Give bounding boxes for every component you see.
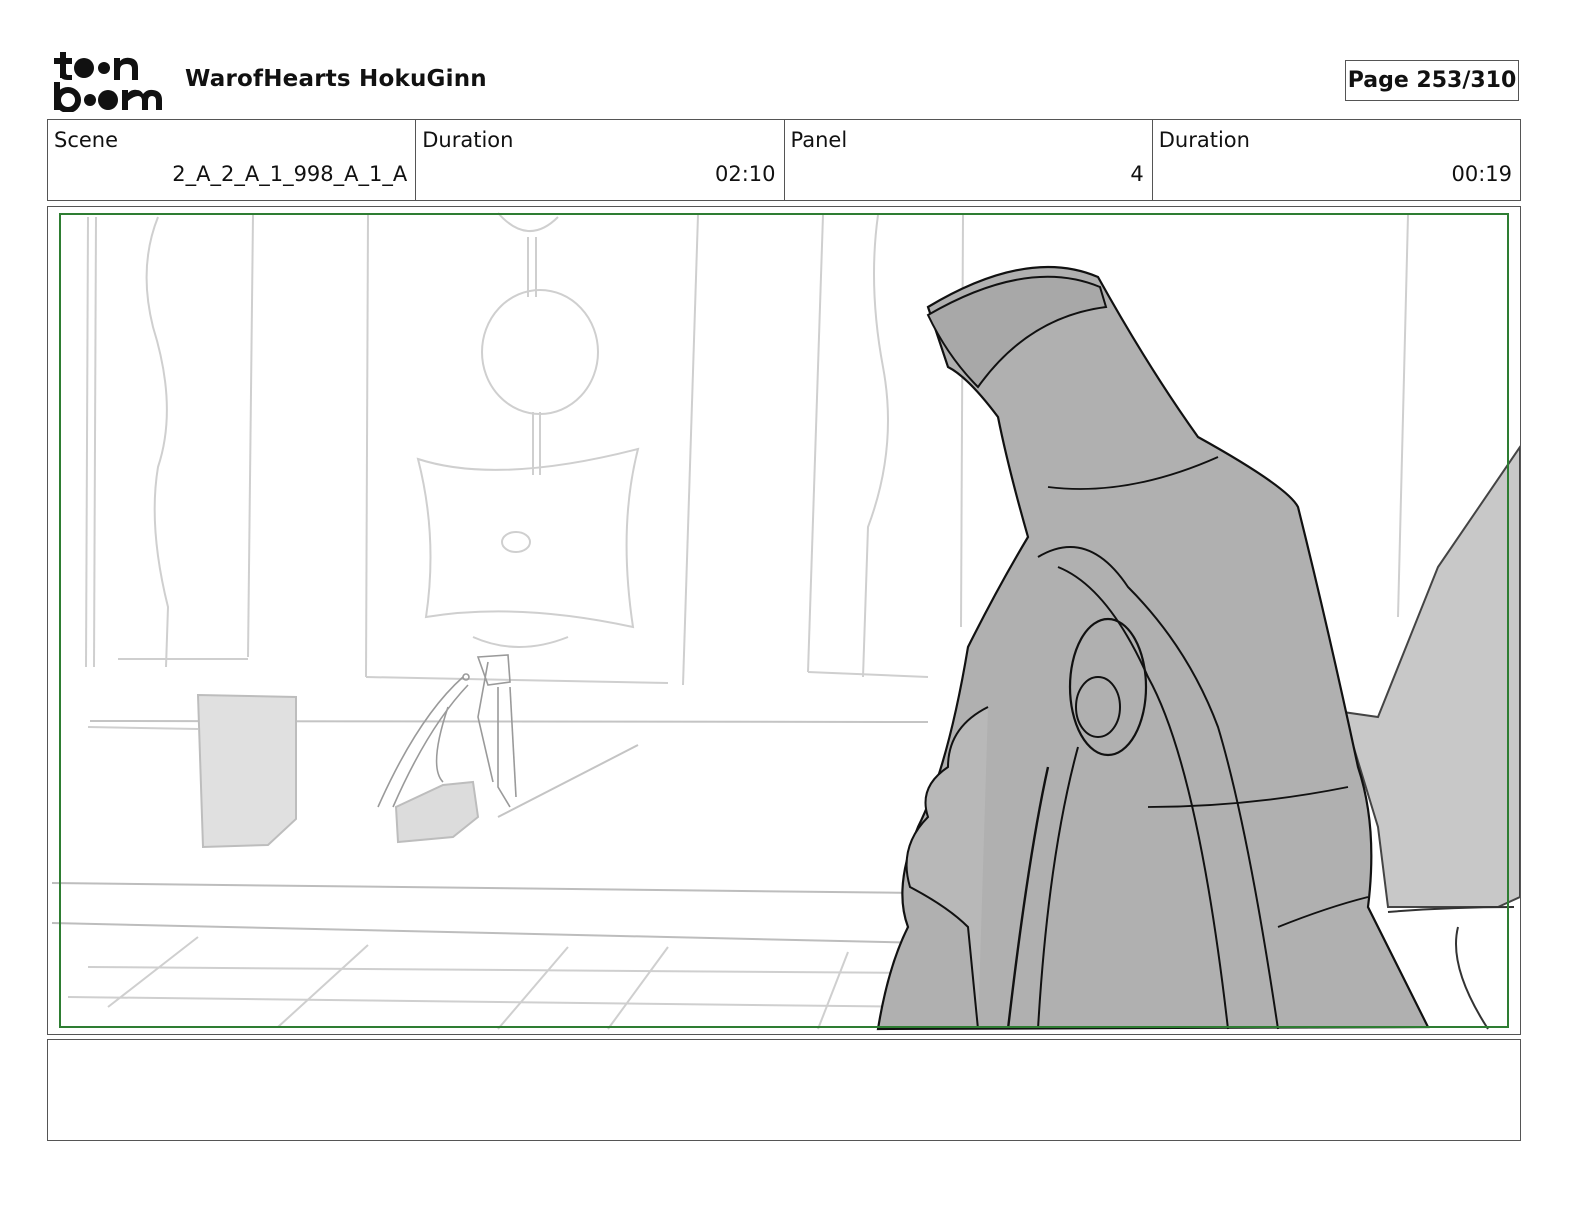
panel-cell: Panel 4 bbox=[785, 120, 1153, 200]
panel-label: Panel bbox=[790, 128, 848, 152]
scene-label: Scene bbox=[54, 128, 119, 152]
project-title: WarofHearts HokuGinn bbox=[185, 66, 487, 92]
panel-value: 4 bbox=[1130, 162, 1144, 186]
panel-notes-box bbox=[47, 1039, 1521, 1141]
toon-boom-logo-icon bbox=[54, 52, 162, 113]
panel-duration-value: 00:19 bbox=[1451, 162, 1512, 186]
scene-value: 2_A_2_A_1_998_A_1_A bbox=[172, 162, 408, 186]
foreground-figure bbox=[876, 265, 1520, 1031]
scene-duration-cell: Duration 02:10 bbox=[416, 120, 785, 200]
info-table: Scene 2_A_2_A_1_998_A_1_A Duration 02:10… bbox=[47, 119, 1521, 201]
page-number: Page 253/310 bbox=[1345, 60, 1519, 101]
toon-boom-logo bbox=[52, 50, 164, 113]
scene-duration-label: Duration bbox=[422, 128, 514, 152]
storyboard-sketch bbox=[51, 212, 1520, 1031]
storyboard-panel bbox=[47, 206, 1521, 1035]
pedestal bbox=[196, 693, 480, 849]
scene-cell: Scene 2_A_2_A_1_998_A_1_A bbox=[48, 120, 417, 200]
panel-duration-label: Duration bbox=[1158, 128, 1250, 152]
panel-duration-cell: Duration 00:19 bbox=[1153, 120, 1520, 200]
scene-duration-value: 02:10 bbox=[714, 162, 776, 186]
